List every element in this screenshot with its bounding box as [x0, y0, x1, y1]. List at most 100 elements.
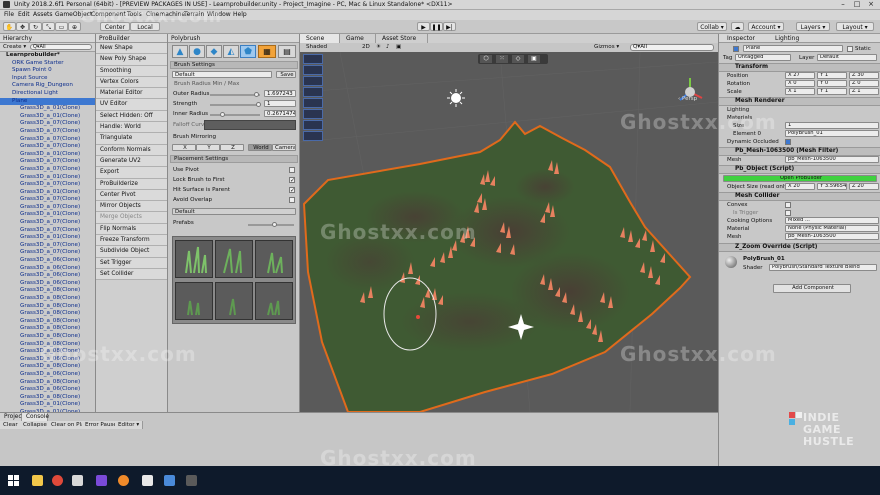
pb-tool-icon[interactable] — [303, 76, 323, 86]
menu-edit[interactable]: Edit — [18, 11, 30, 18]
pb-tool-icon[interactable] — [303, 65, 323, 75]
brush-settings-header[interactable]: Brush Settings — [170, 61, 298, 69]
hierarchy-clone-item[interactable]: Grass3D_a_01(Clone) — [0, 234, 95, 242]
hierarchy-tab[interactable]: Hierarchy — [0, 34, 95, 43]
edge-mode-icon[interactable]: ◇ — [512, 55, 524, 63]
rotate-tool-button[interactable]: ↻ — [29, 22, 42, 31]
probuilder-item[interactable]: ProBuilderize — [96, 178, 167, 190]
zoom-override-header[interactable]: Z_Zoom Override (Script) — [719, 243, 880, 252]
smooth-mode-icon[interactable]: ● — [189, 45, 205, 58]
cooking-options-dropdown[interactable]: Mixed ... — [785, 217, 879, 224]
rect-tool-button[interactable]: ▭ — [55, 22, 68, 31]
avoid-overlap-checkbox[interactable] — [289, 197, 295, 203]
prefab-thumb[interactable] — [215, 282, 253, 320]
scale-z[interactable]: Z 1 — [849, 88, 879, 95]
extra-mode-icon[interactable]: ▤ — [278, 45, 296, 58]
hierarchy-clone-item[interactable]: Grass3D_a_08(Clone) — [0, 379, 95, 387]
close-icon[interactable]: × — [864, 0, 878, 8]
hierarchy-item[interactable]: Spawn Point 0 — [0, 67, 95, 75]
pb-tool-icon[interactable] — [303, 131, 323, 141]
texture-mode-icon[interactable]: ◭ — [223, 45, 239, 58]
scene-search[interactable]: Q▾All — [630, 44, 714, 51]
static-checkbox[interactable] — [847, 46, 853, 52]
effects-toggle-icon[interactable]: ▣ — [396, 43, 401, 52]
hierarchy-clone-item[interactable]: Grass3D_a_06(Clone) — [0, 280, 95, 288]
hierarchy-clone-item[interactable]: Grass3D_a_07(Clone) — [0, 249, 95, 257]
pb-object-header[interactable]: Pb_Object (Script) — [719, 165, 880, 174]
hierarchy-clone-item[interactable]: Grass3D_a_01(Clone) — [0, 151, 95, 159]
prefab-thumb[interactable] — [255, 240, 293, 278]
probuilder-item[interactable]: Triangulate — [96, 133, 167, 145]
size-field[interactable]: 1 — [785, 122, 879, 129]
hierarchy-search[interactable]: Q▾All — [30, 44, 92, 50]
probuilder-item[interactable]: Generate UV2 — [96, 155, 167, 168]
tab-project[interactable]: Project — [0, 413, 24, 421]
hierarchy-clone-item[interactable]: Grass3D_a_07(Clone) — [0, 136, 95, 144]
open-probuilder-button[interactable]: Open ProBuilder — [723, 175, 877, 182]
prefab-size-slider[interactable] — [248, 224, 294, 226]
hierarchy-clone-item[interactable]: Grass3D_a_08(Clone) — [0, 318, 95, 326]
layout-button[interactable]: Layout ▾ — [836, 22, 874, 31]
add-component-button[interactable]: Add Component — [773, 284, 851, 293]
hierarchy-clone-item[interactable]: Grass3D_a_06(Clone) — [0, 386, 95, 394]
tab-scene[interactable]: Scene — [300, 34, 340, 43]
convex-checkbox[interactable] — [785, 202, 791, 208]
scene-root[interactable]: Learnprobuilder* — [0, 52, 95, 60]
dynamic-occluded-checkbox[interactable] — [785, 139, 791, 145]
hierarchy-clone-item[interactable]: Grass3D_a_08(Clone) — [0, 310, 95, 318]
save-preset-button[interactable]: Save — [276, 71, 296, 78]
hierarchy-clone-item[interactable]: Grass3D_a_07(Clone) — [0, 204, 95, 212]
hierarchy-clone-item[interactable]: Grass3D_a_08(Clone) — [0, 287, 95, 295]
object-name-field[interactable]: Plane — [743, 45, 843, 52]
shader-dropdown[interactable]: Polybrush/Standard Texture Blend — [769, 264, 877, 271]
audio-toggle-icon[interactable]: ♪ — [386, 43, 390, 52]
clear-button[interactable]: Clear — [0, 421, 22, 429]
unity-icon[interactable] — [142, 475, 153, 486]
tab-inspector[interactable]: Inspector — [727, 34, 755, 43]
hierarchy-clone-item[interactable]: Grass3D_a_07(Clone) — [0, 219, 95, 227]
probuilder-item[interactable]: Conform Normals — [96, 144, 167, 156]
tab-asset-store[interactable]: Asset Store — [376, 34, 428, 43]
probuilder-item[interactable]: New Shape — [96, 43, 167, 55]
hand-tool-button[interactable]: ✋ — [3, 22, 16, 31]
rotation-z[interactable]: Z 0 — [849, 80, 879, 87]
pb-tool-icon[interactable] — [303, 98, 323, 108]
menu-help[interactable]: Help — [233, 11, 247, 18]
lock-brush-checkbox[interactable]: ✓ — [289, 177, 295, 184]
hierarchy-clone-item[interactable]: Grass3D_a_01(Clone) — [0, 401, 95, 409]
mesh-renderer-header[interactable]: Mesh Renderer — [719, 97, 880, 106]
pb-tool-icon[interactable] — [303, 54, 323, 64]
position-y[interactable]: Y 1 — [817, 72, 847, 79]
material-field[interactable]: None (Physic Material) — [785, 225, 879, 232]
probuilder-item[interactable]: Handle: World — [96, 122, 167, 134]
probuilder-item[interactable]: Material Editor — [96, 88, 167, 100]
tag-dropdown[interactable]: Untagged — [735, 54, 791, 61]
hierarchy-clone-item[interactable]: Grass3D_a_07(Clone) — [0, 120, 95, 128]
probuilder-item[interactable]: Set Trigger — [96, 257, 167, 269]
mirror-camera-button[interactable]: Camera — [272, 144, 296, 151]
hit-surface-checkbox[interactable]: ✓ — [289, 187, 295, 194]
pb-tool-icon[interactable] — [303, 87, 323, 97]
hierarchy-item-selected[interactable]: Plane — [0, 97, 95, 106]
scale-tool-button[interactable]: ⤡ — [42, 22, 55, 31]
pb-tool-icon[interactable] — [303, 120, 323, 130]
mesh-filter-header[interactable]: Pb_Mesh-1063500 (Mesh Filter) — [719, 147, 880, 156]
hierarchy-clone-item[interactable]: Grass3D_a_06(Clone) — [0, 265, 95, 273]
editor-dropdown[interactable]: Editor ▾ — [115, 421, 144, 429]
mesh-collider-header[interactable]: Mesh Collider — [719, 192, 880, 201]
gizmos-dropdown[interactable]: Gizmos ▾ — [594, 43, 619, 52]
probuilder-item[interactable]: Select Hidden: Off — [96, 110, 167, 123]
outer-radius-slider[interactable] — [210, 94, 260, 96]
probuilder-item[interactable]: Freeze Transform — [96, 235, 167, 247]
collapse-button[interactable]: Collapse — [20, 421, 51, 429]
collider-mesh-field[interactable]: pb_Mesh-1063500 — [785, 233, 879, 240]
hierarchy-clone-item[interactable]: Grass3D_a_08(Clone) — [0, 394, 95, 402]
hierarchy-clone-item[interactable]: Grass3D_a_01(Clone) — [0, 174, 95, 182]
scatter-mode-icon[interactable]: ⬟ — [240, 45, 256, 58]
hierarchy-item[interactable]: Input Source — [0, 75, 95, 83]
hierarchy-clone-item[interactable]: Grass3D_a_07(Clone) — [0, 128, 95, 136]
scale-x[interactable]: X 1 — [785, 88, 815, 95]
explorer-icon[interactable] — [32, 475, 43, 486]
outer-radius-knob[interactable] — [254, 92, 259, 97]
rotation-x[interactable]: X 0 — [785, 80, 815, 87]
